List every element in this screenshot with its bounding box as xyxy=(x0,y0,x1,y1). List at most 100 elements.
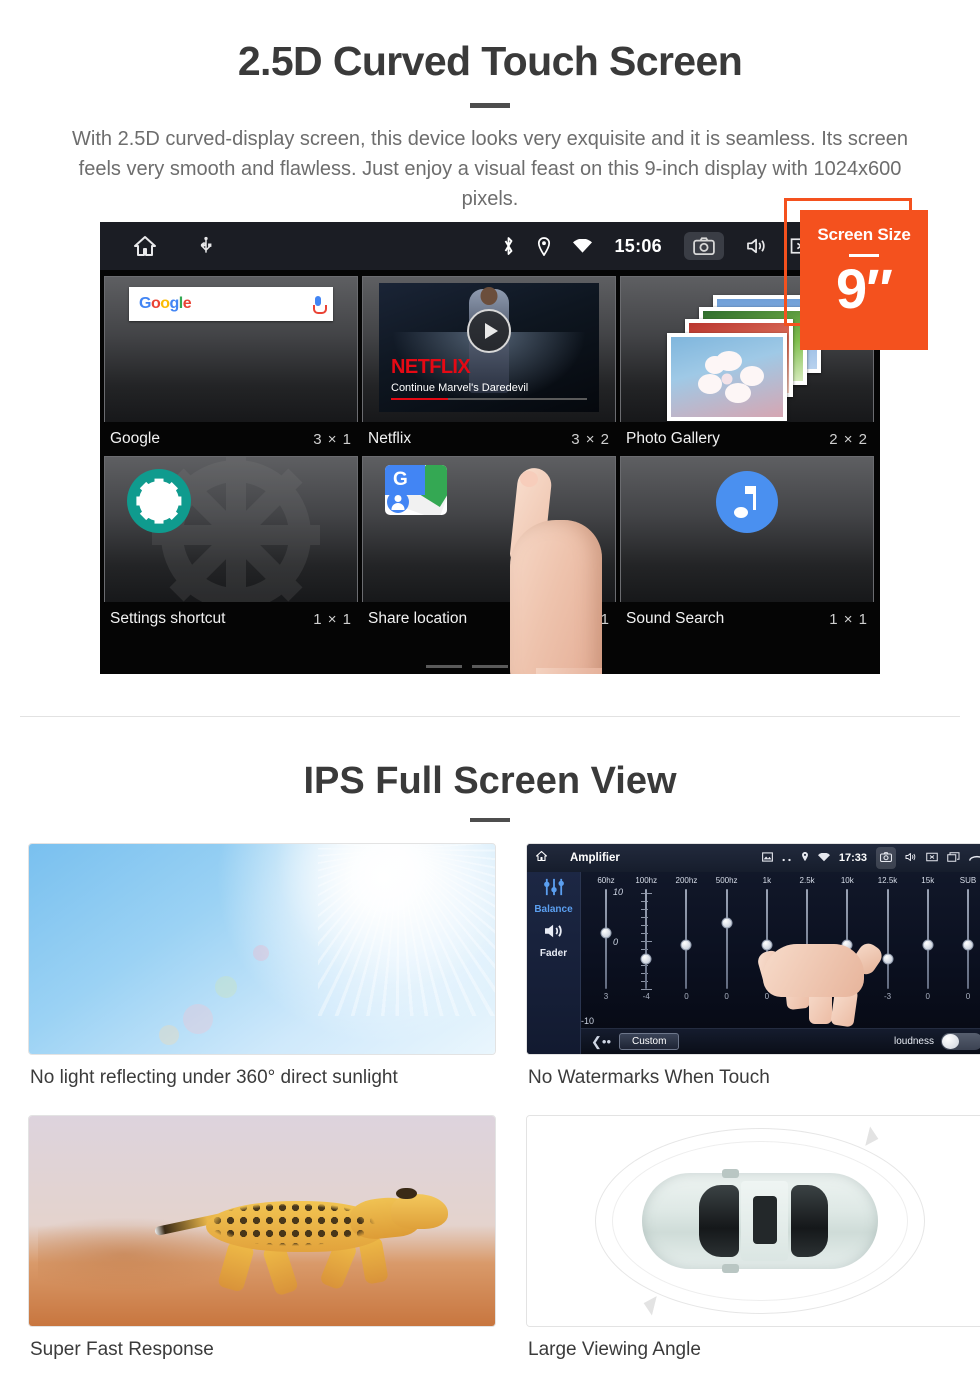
play-icon[interactable] xyxy=(467,309,511,353)
page-dot[interactable] xyxy=(426,665,462,668)
widget-name: Settings shortcut xyxy=(110,610,226,627)
widget-size: 3 × 1 xyxy=(313,430,352,448)
volume-icon[interactable] xyxy=(746,237,768,255)
amplifier-screenshot-image: Amplifier 17:33 Balance Fader 60hz 100hz… xyxy=(526,843,980,1055)
scale-bottom-label: -10 xyxy=(581,1016,595,1026)
google-maps-icon[interactable]: G xyxy=(385,465,447,515)
widget-label-row: Settings shortcut 1 × 1 xyxy=(104,602,358,636)
back-arrow-icon[interactable]: ❮•• xyxy=(591,1034,611,1050)
camera-icon[interactable] xyxy=(684,232,724,260)
widget-row-one: Google Google 3 × 1 NETFLIX Continue Mar… xyxy=(104,276,876,456)
feature-card-viewing-angle: Large Viewing Angle xyxy=(526,1115,980,1377)
android-status-bar: 15:06 xyxy=(100,222,880,270)
amplifier-title: Amplifier xyxy=(570,852,620,864)
microphone-icon[interactable] xyxy=(313,296,327,314)
widget-row-two: Settings shortcut 1 × 1 G Share location… xyxy=(104,456,876,636)
more-icon[interactable] xyxy=(782,849,792,867)
widget-name: Sound Search xyxy=(626,610,725,627)
title-underline xyxy=(470,103,510,108)
status-bar-clock: 15:06 xyxy=(614,235,662,256)
widget-item-google[interactable]: Google Google 3 × 1 xyxy=(104,276,358,456)
back-icon[interactable] xyxy=(969,849,980,867)
location-icon[interactable] xyxy=(801,849,809,867)
band-value: 3 xyxy=(603,992,609,1001)
widget-item-share-location[interactable]: G Share location 1 × 1 xyxy=(362,456,616,636)
screen-size-value: 9″ xyxy=(836,257,893,320)
google-logo: Google xyxy=(139,295,192,312)
sidebar-item-balance[interactable]: Balance xyxy=(534,904,572,915)
section-divider xyxy=(20,716,960,717)
widget-label-row: Share location 1 × 1 xyxy=(362,602,616,636)
speaker-icon[interactable] xyxy=(543,922,565,945)
band-label: 15k xyxy=(921,876,935,885)
wifi-icon[interactable] xyxy=(573,238,593,254)
widget-size: 1 × 1 xyxy=(313,610,352,628)
band-value: 0 xyxy=(724,992,729,1001)
band-slider[interactable] xyxy=(955,889,980,989)
equalizer-icon[interactable] xyxy=(543,878,565,901)
feature-caption: Large Viewing Angle xyxy=(528,1339,701,1360)
usb-icon[interactable] xyxy=(198,236,214,256)
band-slider[interactable] xyxy=(915,889,941,989)
music-note-icon[interactable] xyxy=(716,471,778,533)
search-input[interactable]: Google xyxy=(129,287,333,321)
widget-item-settings-shortcut[interactable]: Settings shortcut 1 × 1 xyxy=(104,456,358,636)
widget-name: Photo Gallery xyxy=(626,430,720,447)
band-label: 500hz xyxy=(715,876,738,885)
band-slider[interactable] xyxy=(714,889,740,989)
band-slider[interactable] xyxy=(593,889,619,989)
page-dot-active[interactable] xyxy=(518,665,554,668)
car-top-view-image xyxy=(526,1115,980,1327)
settings-gear-icon[interactable] xyxy=(127,469,191,533)
loudness-label: loudness xyxy=(893,1036,934,1047)
home-icon[interactable] xyxy=(132,234,158,258)
section-one-title: 2.5D Curved Touch Screen xyxy=(237,38,743,84)
widget-size: 1 × 1 xyxy=(571,610,610,628)
volume-icon[interactable] xyxy=(905,849,917,867)
widget-size: 2 × 2 xyxy=(829,430,868,448)
settings-shortcut-widget[interactable] xyxy=(104,456,358,602)
widget-label-row: Sound Search 1 × 1 xyxy=(620,602,874,636)
band-label: 1k xyxy=(762,876,772,885)
band-label: 12.5k xyxy=(877,876,898,885)
widget-name: Netflix xyxy=(368,430,412,447)
band-label: 60hz xyxy=(597,876,615,885)
band-label: SUB xyxy=(959,876,977,885)
sound-search-widget[interactable] xyxy=(620,456,874,602)
screen-size-label: Screen Size xyxy=(817,225,911,244)
preset-button[interactable]: Custom xyxy=(619,1033,680,1050)
bluetooth-icon[interactable] xyxy=(502,236,515,256)
recents-icon[interactable] xyxy=(947,849,960,867)
gallery-icon[interactable] xyxy=(761,849,773,867)
feature-row-two: Super Fast Response Large Viewing Angle xyxy=(28,1115,980,1377)
close-icon[interactable] xyxy=(926,849,938,867)
feature-caption: Super Fast Response xyxy=(30,1339,214,1360)
home-icon[interactable] xyxy=(535,849,548,867)
band-label: 100hz xyxy=(635,876,658,885)
widget-item-netflix[interactable]: NETFLIX Continue Marvel's Daredevil Netf… xyxy=(362,276,616,456)
loudness-toggle[interactable] xyxy=(941,1033,980,1050)
band-slider[interactable] xyxy=(633,889,659,989)
widget-label-row: Photo Gallery 2 × 2 xyxy=(620,422,874,456)
netflix-caption: Continue Marvel's Daredevil xyxy=(391,382,529,394)
cheetah-image xyxy=(28,1115,496,1327)
playback-progress-bar xyxy=(391,397,587,400)
widget-size: 3 × 2 xyxy=(571,430,610,448)
netflix-widget[interactable]: NETFLIX Continue Marvel's Daredevil xyxy=(362,276,616,422)
location-icon[interactable] xyxy=(537,236,551,256)
car-illustration xyxy=(642,1169,878,1273)
sidebar-item-fader[interactable]: Fader xyxy=(540,948,567,959)
band-value: 0 xyxy=(965,992,971,1001)
widget-label-row: Netflix 3 × 2 xyxy=(362,422,616,456)
share-location-widget[interactable]: G xyxy=(362,456,616,602)
wifi-icon[interactable] xyxy=(817,849,830,867)
page-dot[interactable] xyxy=(472,665,508,668)
widget-item-sound-search[interactable]: Sound Search 1 × 1 xyxy=(620,456,874,636)
google-search-widget[interactable]: Google xyxy=(104,276,358,422)
band-value: 0 xyxy=(684,992,689,1001)
feature-card-sunlight: No light reflecting under 360° direct su… xyxy=(28,843,496,1105)
band-slider[interactable] xyxy=(673,889,699,989)
feature-row-one: No light reflecting under 360° direct su… xyxy=(28,843,980,1105)
camera-icon[interactable] xyxy=(876,847,896,869)
page-indicator[interactable] xyxy=(100,665,880,668)
